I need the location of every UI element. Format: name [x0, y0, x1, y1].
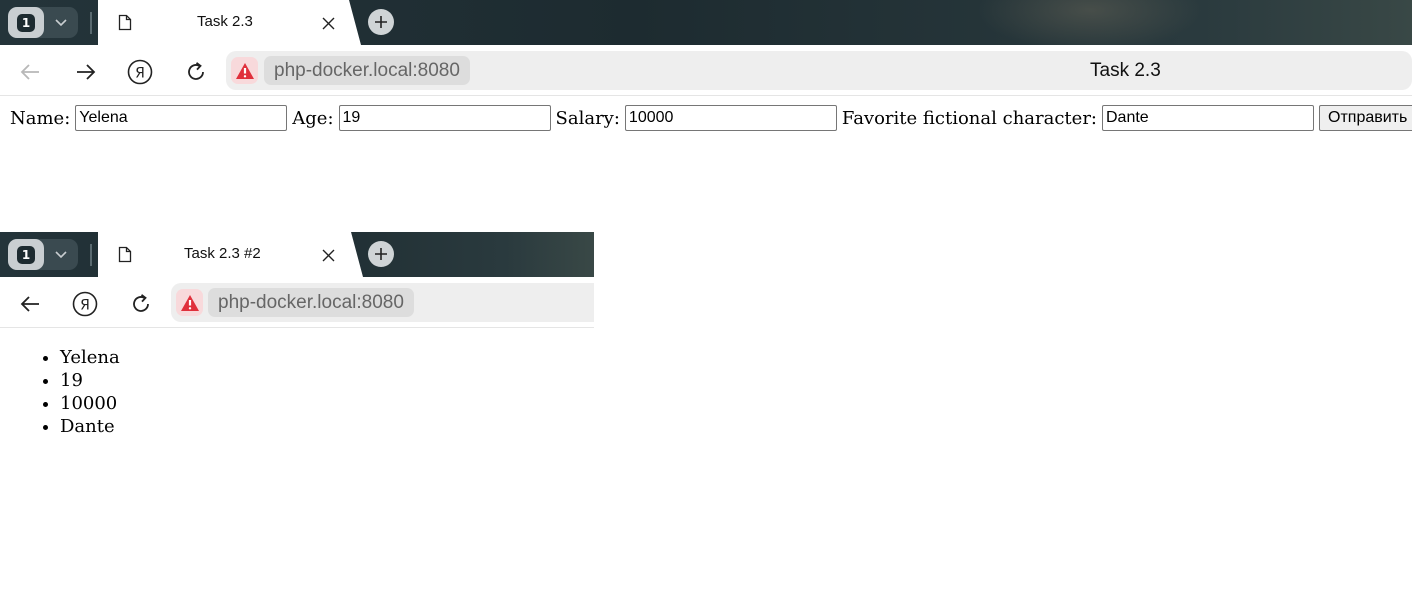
tab-counter-group[interactable]: 1	[8, 239, 78, 270]
tab-counter-group[interactable]: 1	[8, 7, 78, 38]
list-item: 19	[60, 369, 120, 392]
list-item: 10000	[60, 392, 120, 415]
svg-text:Я: Я	[80, 298, 90, 314]
tab-count: 1	[17, 245, 35, 264]
arrow-left-icon[interactable]	[17, 59, 43, 85]
warning-icon[interactable]	[231, 57, 258, 84]
page-title: Task 2.3	[1090, 60, 1161, 81]
address-bar[interactable]: php-docker.local:8080	[171, 283, 594, 322]
warning-icon[interactable]	[176, 289, 203, 316]
character-input[interactable]	[1102, 105, 1314, 131]
age-input[interactable]	[338, 105, 551, 131]
list-item: Yelena	[60, 346, 120, 369]
browser-toolbar: Я php-docker.local:8080 Task 2.3	[0, 45, 1412, 96]
new-tab-button[interactable]	[368, 241, 394, 267]
chevron-down-icon[interactable]	[44, 250, 78, 259]
chevron-down-icon[interactable]	[44, 18, 78, 27]
url-text[interactable]: php-docker.local:8080	[264, 56, 470, 85]
address-bar[interactable]: php-docker.local:8080 Task 2.3	[226, 51, 1412, 90]
reload-icon[interactable]	[128, 291, 154, 317]
age-label: Age:	[292, 107, 334, 129]
submit-button[interactable]: Отправить	[1319, 105, 1412, 131]
url-text[interactable]: php-docker.local:8080	[208, 288, 414, 317]
tab-bar: 1 Task 2.3	[0, 0, 1412, 45]
reload-icon[interactable]	[183, 59, 209, 85]
arrow-left-icon[interactable]	[17, 291, 43, 317]
tab-count-button[interactable]: 1	[8, 239, 44, 270]
yandex-logo-icon[interactable]: Я	[127, 59, 153, 85]
divider	[90, 244, 92, 266]
svg-text:Я: Я	[135, 66, 145, 82]
browser-toolbar: Я php-docker.local:8080	[0, 277, 594, 328]
tab-title: Task 2.3	[197, 13, 253, 30]
document-icon	[118, 246, 132, 267]
name-input[interactable]	[75, 105, 288, 131]
browser-window-2: 1 Task 2.3 #2 Я php-docker.local:8080	[0, 232, 594, 328]
salary-label: Salary:	[555, 107, 620, 129]
result-list: Yelena 19 10000 Dante	[0, 346, 120, 438]
tab-bar: 1 Task 2.3 #2	[0, 232, 594, 277]
close-icon[interactable]	[322, 15, 335, 34]
divider	[90, 12, 92, 34]
browser-window-1: 1 Task 2.3 Я php-docker.local:8080 Task …	[0, 0, 1412, 96]
plus-icon	[375, 16, 387, 28]
user-form: Name: Age: Salary: Favorite fictional ch…	[10, 105, 1412, 131]
arrow-right-icon[interactable]	[73, 59, 99, 85]
tab-count: 1	[17, 13, 35, 32]
close-icon[interactable]	[322, 247, 335, 266]
document-icon	[118, 14, 132, 35]
name-label: Name:	[10, 107, 71, 129]
tab-count-button[interactable]: 1	[8, 7, 44, 38]
new-tab-button[interactable]	[368, 9, 394, 35]
list-item: Dante	[60, 415, 120, 438]
tab-title: Task 2.3 #2	[184, 245, 261, 262]
yandex-logo-icon[interactable]: Я	[72, 291, 98, 317]
salary-input[interactable]	[624, 105, 837, 131]
plus-icon	[375, 248, 387, 260]
character-label: Favorite fictional character:	[841, 107, 1097, 129]
